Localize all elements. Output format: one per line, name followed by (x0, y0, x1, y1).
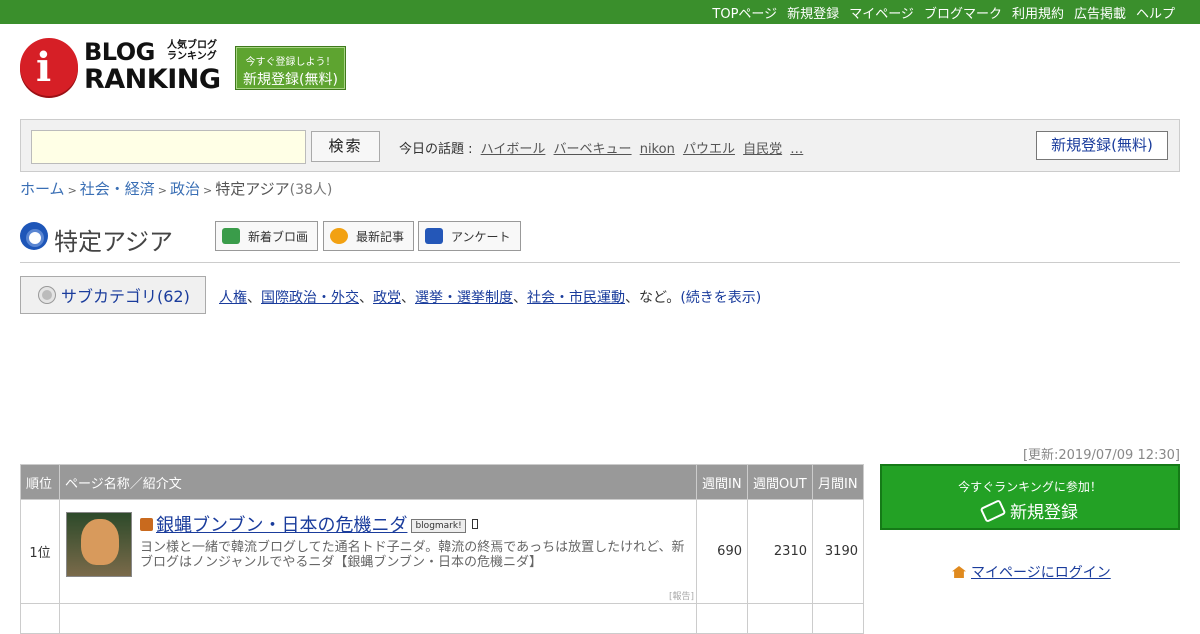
topnav-terms[interactable]: 利用規約 (1012, 3, 1064, 22)
updated-timestamp: [更新:2019/07/09 12:30] (1022, 448, 1180, 463)
topic-link[interactable]: ハイボール (481, 142, 546, 157)
breadcrumb-current: 特定アジア (215, 180, 290, 198)
col-week-out: 週間OUT (747, 464, 813, 500)
subcategory-link[interactable]: 人権 (219, 290, 247, 306)
survey-button[interactable]: アンケート (418, 221, 521, 251)
subcategory-button[interactable]: サブカテゴリ(62) (20, 276, 206, 314)
mypage-login-link[interactable]: マイページにログイン (971, 565, 1111, 581)
report-link[interactable]: [報告] (669, 589, 694, 602)
topic-link[interactable]: パウエル (683, 142, 735, 157)
table-row (20, 603, 864, 634)
entry-description: ヨン様と一緒で韓流ブログしてた通名トド子ニダ。韓流の終焉であっちは放置したけれど… (140, 540, 685, 570)
divider (20, 262, 1180, 263)
empty-cell (812, 603, 864, 634)
entry-cell: 銀蝿ブンブン・日本の危機ニダ blogmark! ヨン様と一緒で韓流ブログしてた通… (59, 499, 697, 604)
join-label: 新規登録 (1010, 503, 1078, 523)
subcategory-suffix: 、など。 (625, 290, 681, 306)
signup-free-button[interactable]: 新規登録(無料) (1036, 131, 1168, 160)
topnav-ads[interactable]: 広告掲載 (1074, 3, 1126, 22)
breadcrumb-member-count: (38人) (289, 182, 333, 198)
month-in-value: 3190 (812, 499, 864, 604)
empty-cell (20, 603, 60, 634)
logo-mark-icon: i (20, 38, 78, 96)
page-title: 特定アジア (54, 228, 174, 256)
mobile-icon (471, 519, 478, 529)
blogmark-badge[interactable]: blogmark! (411, 519, 466, 533)
breadcrumb-home[interactable]: ホーム (20, 180, 65, 198)
subcategory-link[interactable]: 政党 (373, 290, 401, 306)
topnav-register[interactable]: 新規登録 (787, 3, 839, 22)
table-row: 1位 銀蝿ブンブン・日本の危機ニダ blogmark! ヨン様と一緒で韓流ブログし… (20, 499, 864, 604)
rank-value: 1位 (20, 499, 60, 604)
latest-articles-button[interactable]: 最新記事 (323, 221, 415, 251)
camera-icon (222, 228, 240, 244)
new-photos-label: 新着ブロ画 (248, 229, 309, 244)
header: i BLOG 人気ブログランキング RANKING 今すぐ登録しよう！ 新規登録… (0, 24, 1200, 119)
logo-small-text: 人気ブログランキング (167, 40, 217, 62)
topic-link[interactable]: バーベキュー (554, 142, 632, 157)
topnav-mypage[interactable]: マイページ (849, 3, 914, 22)
search-input[interactable] (31, 130, 306, 164)
subcategory-more-link[interactable]: (続きを表示) (680, 290, 761, 306)
top-nav-bar: TOPページ 新規登録 マイページ ブログマーク 利用規約 広告掲載 ヘルプ (0, 0, 1200, 24)
header-signup-button[interactable]: 今すぐ登録しよう！ 新規登録(無料) (235, 46, 346, 90)
join-tagline: 今すぐランキングに参加！ (958, 480, 1102, 494)
breadcrumb-politics[interactable]: 政治 (170, 180, 200, 198)
signup-label: 新規登録(無料) (243, 72, 338, 88)
house-icon (952, 566, 966, 578)
latest-articles-label: 最新記事 (356, 229, 405, 244)
subcategory-link[interactable]: 国際政治・外交 (261, 290, 359, 306)
survey-icon (425, 228, 443, 244)
topic-link[interactable]: nikon (640, 142, 675, 157)
site-logo[interactable]: i BLOG 人気ブログランキング RANKING (20, 38, 225, 100)
blog-title-link[interactable]: 銀蝿ブンブン・日本の危機ニダ (156, 515, 407, 536)
topic-link[interactable]: 自民党 (743, 142, 782, 157)
search-bar: 検索 今日の話題 : ハイボール バーベキュー nikon パウエル 自民党 …… (20, 119, 1180, 172)
new-badge-icon (330, 228, 348, 244)
topnav-help[interactable]: ヘルプ (1136, 3, 1175, 22)
signup-tagline: 今すぐ登録しよう！ (245, 57, 336, 68)
col-week-in: 週間IN (696, 464, 748, 500)
empty-cell (59, 603, 697, 634)
table-header-row: 順位 ページ名称／紹介文 週間IN 週間OUT 月間IN (20, 464, 864, 500)
pen-icon (979, 498, 1007, 523)
join-ranking-button[interactable]: 今すぐランキングに参加！ 新規登録 (880, 464, 1180, 530)
col-page: ページ名称／紹介文 (59, 464, 697, 500)
week-in-value: 690 (696, 499, 748, 604)
subcategory-links: 人権、国際政治・外交、政党、選挙・選挙制度、社会・市民運動、など。(続きを表示) (219, 290, 762, 306)
topnav-blogmark[interactable]: ブログマーク (924, 3, 1002, 22)
logo-ranking-text: RANKING (84, 64, 221, 95)
breadcrumb-separator: > (67, 184, 77, 197)
ranking-table: 順位 ページ名称／紹介文 週間IN 週間OUT 月間IN 1位 銀蝿ブンブン・日… (20, 464, 864, 634)
subcategory-label: サブカテゴリ(62) (61, 287, 190, 306)
login-area: マイページにログイン (952, 562, 1111, 582)
logo-blog-text: BLOG (84, 38, 155, 66)
trophy-icon (140, 518, 153, 531)
topnav-top[interactable]: TOPページ (712, 3, 777, 22)
entry-title: 銀蝿ブンブン・日本の危機ニダ blogmark! (140, 511, 478, 537)
topic-more-link[interactable]: … (790, 142, 803, 157)
survey-label: アンケート (451, 229, 511, 244)
breadcrumb-separator: > (203, 184, 213, 197)
search-button[interactable]: 検索 (311, 131, 380, 162)
new-photos-button[interactable]: 新着ブロ画 (215, 221, 319, 251)
empty-cell (747, 603, 813, 634)
blog-thumbnail[interactable] (66, 512, 132, 577)
empty-cell (696, 603, 748, 634)
col-rank: 順位 (20, 464, 60, 500)
breadcrumb-separator: > (157, 184, 168, 197)
subcategory-link[interactable]: 社会・市民運動 (527, 290, 625, 306)
subcategory-link[interactable]: 選挙・選挙制度 (415, 290, 513, 306)
gear-icon (39, 287, 55, 303)
week-out-value: 2310 (747, 499, 813, 604)
topics-label: 今日の話題 : (399, 142, 473, 157)
breadcrumb-society[interactable]: 社会・経済 (80, 180, 155, 198)
breadcrumb: ホーム > 社会・経済 > 政治 > 特定アジア(38人) (20, 178, 332, 199)
todays-topics: 今日の話題 : ハイボール バーベキュー nikon パウエル 自民党 … (399, 138, 803, 157)
category-globe-icon (20, 222, 48, 250)
col-month-in: 月間IN (812, 464, 864, 500)
